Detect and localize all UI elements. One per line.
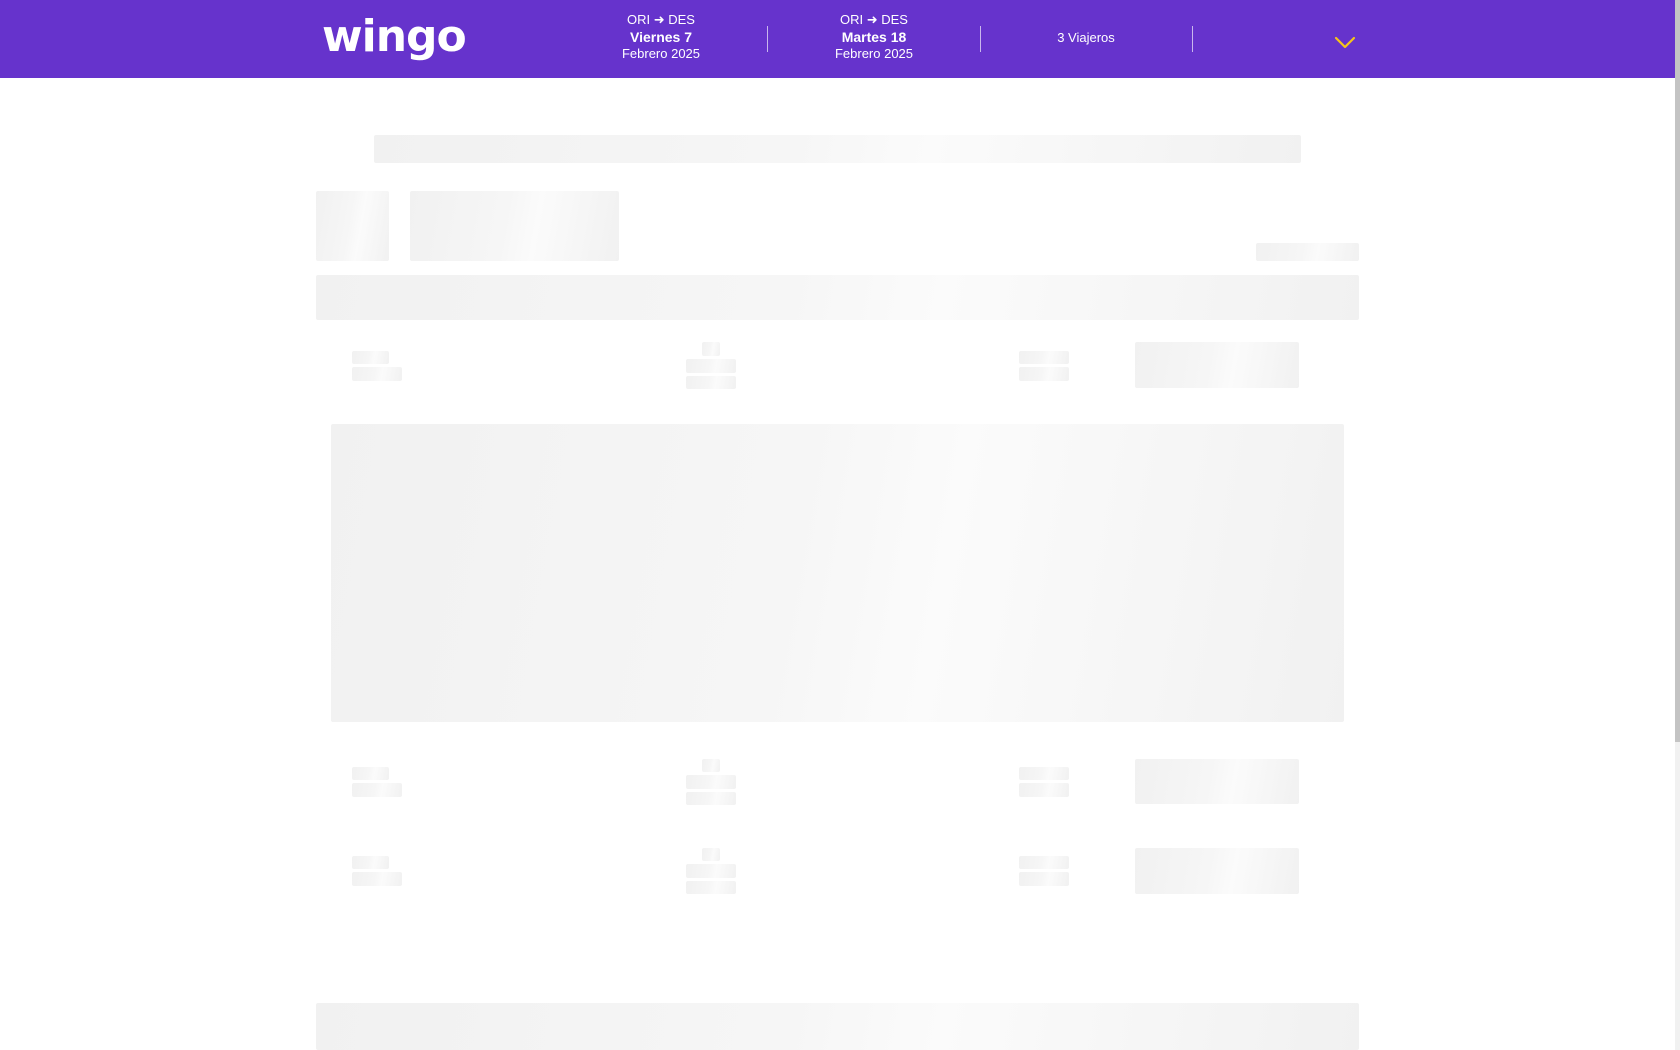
skeleton-text xyxy=(352,783,402,797)
skeleton-heading-block xyxy=(410,191,619,261)
skeleton-text xyxy=(686,359,736,373)
outbound-day: Viernes 7 xyxy=(629,29,692,45)
header-divider xyxy=(980,26,981,52)
skeleton-text xyxy=(702,848,720,861)
header-divider xyxy=(1192,26,1193,52)
skeleton-text xyxy=(1019,872,1069,886)
skeleton-content-block xyxy=(331,424,1344,722)
skeleton-button xyxy=(1135,848,1299,894)
skeleton-text xyxy=(686,864,736,878)
skeleton-footer-block xyxy=(316,1003,1359,1050)
scrollbar-thumb[interactable] xyxy=(1675,0,1680,742)
skeleton-text xyxy=(352,856,389,869)
skeleton-title-bar xyxy=(374,135,1301,163)
top-header: wingo ORI ➜ DES Viernes 7 Febrero 2025 O… xyxy=(0,0,1675,78)
outbound-flight-summary[interactable]: ORI ➜ DES Viernes 7 Febrero 2025 xyxy=(576,12,746,64)
skeleton-text xyxy=(1019,351,1069,364)
skeleton-link xyxy=(1256,243,1359,261)
skeleton-text xyxy=(1019,783,1069,797)
skeleton-text xyxy=(352,351,389,364)
wingo-logo[interactable]: wingo xyxy=(322,12,470,62)
skeleton-text xyxy=(702,759,720,772)
travellers-count[interactable]: 3 Viajeros xyxy=(1000,30,1172,45)
skeleton-thumbnail xyxy=(316,191,389,261)
skeleton-text xyxy=(352,767,389,780)
skeleton-text xyxy=(352,872,402,886)
outbound-route: ORI ➜ DES xyxy=(627,12,695,27)
return-flight-summary[interactable]: ORI ➜ DES Martes 18 Febrero 2025 xyxy=(789,12,959,64)
skeleton-text xyxy=(686,775,736,789)
skeleton-text xyxy=(1019,856,1069,869)
skeleton-text xyxy=(686,792,736,805)
skeleton-button xyxy=(1135,342,1299,388)
skeleton-text xyxy=(1019,767,1069,780)
outbound-month: Febrero 2025 xyxy=(621,46,701,61)
header-divider xyxy=(767,26,768,52)
return-month: Febrero 2025 xyxy=(834,46,914,61)
return-route: ORI ➜ DES xyxy=(840,12,908,27)
skeleton-text xyxy=(686,376,736,389)
skeleton-text xyxy=(686,881,736,894)
skeleton-text xyxy=(1019,367,1069,381)
skeleton-button xyxy=(1135,759,1299,804)
skeleton-text xyxy=(352,367,402,381)
skeleton-date-bar xyxy=(316,275,1359,320)
chevron-down-icon[interactable] xyxy=(1334,36,1356,50)
skeleton-text xyxy=(702,342,720,356)
return-day: Martes 18 xyxy=(841,29,907,45)
